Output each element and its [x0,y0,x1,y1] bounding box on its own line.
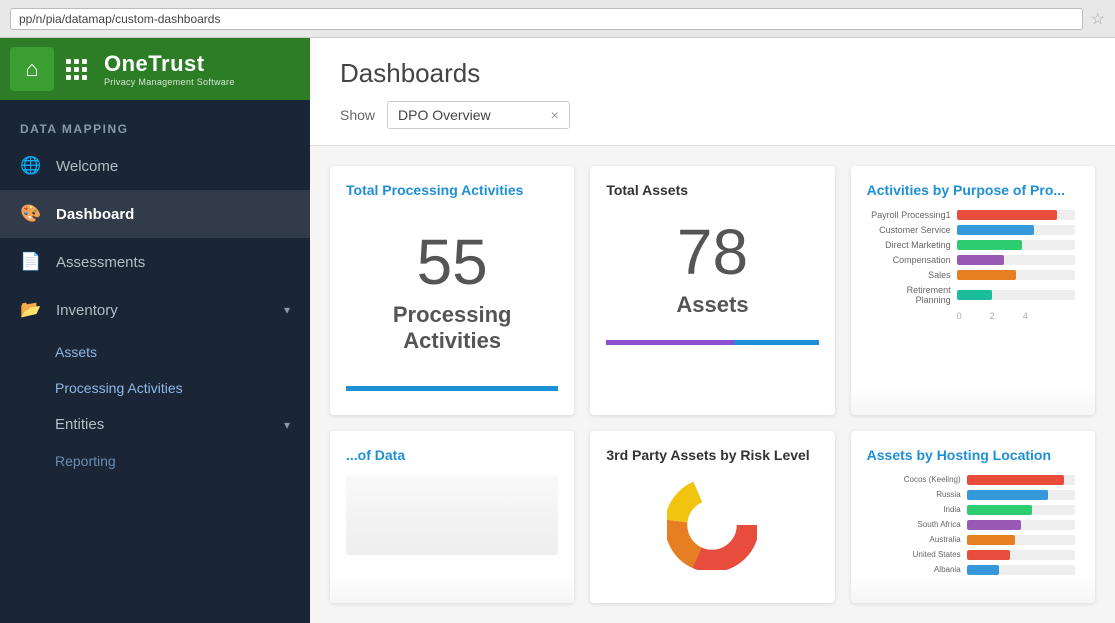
clear-filter-button[interactable]: × [551,107,559,123]
bar-label-compensation: Compensation [871,255,951,265]
processing-label: ProcessingActivities [393,302,512,354]
page-header: Dashboards Show DPO Overview × [310,38,1115,146]
sidebar-nav: DATA MAPPING 🌐 Welcome 🎨 Dashboard 📄 Ass… [0,100,310,479]
bar-row-russia: Russia [871,490,1075,500]
browser-bar: pp/n/pia/datamap/custom-dashboards ☆ [0,0,1115,38]
chevron-down-icon: ▾ [284,303,290,317]
hosting-location-card: Assets by Hosting Location Cocos (Keelin… [851,431,1095,604]
sidebar-item-processing-activities[interactable]: Processing Activities [0,370,310,406]
assets-label: Assets [676,292,748,318]
show-select-value: DPO Overview [398,107,491,123]
bar-row-south-africa: South Africa [871,520,1075,530]
bar-label-cocos: Cocos (Keeling) [871,475,961,484]
palette-icon: 🎨 [20,203,42,225]
chevron-down-icon-entities: ▾ [284,418,290,432]
of-data-card: ...of Data [330,431,574,604]
bar-label-albania: Albania [871,565,961,574]
processing-stat: 55 ProcessingActivities [346,210,558,374]
bar-label-payroll: Payroll Processing1 [871,210,951,220]
bar-row-direct: Direct Marketing [871,240,1075,250]
third-party-risk-card: 3rd Party Assets by Risk Level [590,431,834,604]
hosting-location-title: Assets by Hosting Location [867,447,1079,463]
bar-row-compensation: Compensation [871,255,1075,265]
show-select[interactable]: DPO Overview × [387,101,570,129]
assets-stat: 78 Assets [606,210,818,328]
globe-icon: 🌐 [20,155,42,177]
bar-row-retirement: Retirement Planning [871,285,1075,305]
app-container: ⌂ OneTrust Privacy Management Software D… [0,38,1115,623]
section-label: DATA MAPPING [0,110,310,142]
sidebar-item-reporting[interactable]: Reporting [0,443,310,479]
x-axis: 0 2 4 [867,311,1079,321]
brand-sub: Privacy Management Software [104,77,235,87]
sidebar: ⌂ OneTrust Privacy Management Software D… [0,38,310,623]
dashboard-grid: Total Processing Activities 55 Processin… [310,146,1115,623]
url-bar[interactable]: pp/n/pia/datamap/custom-dashboards [10,8,1083,30]
logo-icon-wrap: ⌂ [10,47,54,91]
sidebar-item-dashboard-label: Dashboard [56,206,134,223]
brand-logo: OneTrust Privacy Management Software [104,51,235,87]
document-icon: 📄 [20,251,42,273]
sidebar-item-inventory-label: Inventory [56,302,118,319]
bar-row-albania: Albania [871,565,1075,575]
assets-number: 78 [677,220,748,284]
pie-chart [606,475,818,575]
hosting-bar-chart: Cocos (Keeling) Russia India South Afric… [867,475,1079,575]
third-party-risk-title: 3rd Party Assets by Risk Level [606,447,818,463]
bar-row-cocos: Cocos (Keeling) [871,475,1075,485]
of-data-content [346,475,558,555]
show-label: Show [340,107,375,123]
bar-label-india: India [871,505,961,514]
folder-icon: 📂 [20,299,42,321]
bar-row-australia: Australia [871,535,1075,545]
brand-name: OneTrust [104,51,235,77]
total-assets-card: Total Assets 78 Assets [590,166,834,415]
processing-number: 55 [417,230,488,294]
activities-by-purpose-title: Activities by Purpose of Pro... [867,182,1079,198]
sidebar-item-welcome-label: Welcome [56,158,118,175]
bar-label-retirement: Retirement Planning [871,285,951,305]
activities-by-purpose-card: Activities by Purpose of Pro... Payroll … [851,166,1095,415]
home-icon: ⌂ [25,56,38,82]
total-processing-title: Total Processing Activities [346,182,558,198]
sidebar-item-assets-label: Assets [55,344,97,360]
grid-icon [66,59,88,80]
bar-label-sales: Sales [871,270,951,280]
total-processing-card: Total Processing Activities 55 Processin… [330,166,574,415]
bar-row-india: India [871,505,1075,515]
bar-row-us: United States [871,550,1075,560]
show-row: Show DPO Overview × [340,101,1085,129]
sidebar-item-entities[interactable]: Entities ▾ [0,406,310,443]
page-title: Dashboards [340,58,1085,89]
bar-label-customer: Customer Service [871,225,951,235]
sidebar-item-entities-label: Entities [55,416,104,433]
activities-bar-chart: Payroll Processing1 Customer Service Dir… [867,210,1079,305]
bar-label-south-africa: South Africa [871,520,961,529]
bar-label-australia: Australia [871,535,961,544]
sidebar-item-inventory[interactable]: 📂 Inventory ▾ [0,286,310,334]
bar-row-payroll: Payroll Processing1 [871,210,1075,220]
sidebar-item-reporting-label: Reporting [55,453,116,469]
assets-bar [606,340,818,345]
of-data-title: ...of Data [346,447,558,463]
main-content: Dashboards Show DPO Overview × Total Pro… [310,38,1115,623]
bar-label-direct: Direct Marketing [871,240,951,250]
sidebar-item-dashboard[interactable]: 🎨 Dashboard [0,190,310,238]
sidebar-item-processing-label: Processing Activities [55,380,183,396]
sidebar-item-assessments-label: Assessments [56,254,145,271]
header-bar: ⌂ OneTrust Privacy Management Software [0,38,310,100]
sidebar-item-assets[interactable]: Assets [0,334,310,370]
bar-label-us: United States [871,550,961,559]
bar-label-russia: Russia [871,490,961,499]
total-assets-title: Total Assets [606,182,818,198]
sidebar-item-welcome[interactable]: 🌐 Welcome [0,142,310,190]
bookmark-icon[interactable]: ☆ [1091,9,1105,29]
bar-row-customer: Customer Service [871,225,1075,235]
bar-row-sales: Sales [871,270,1075,280]
sidebar-item-assessments[interactable]: 📄 Assessments [0,238,310,286]
processing-bar [346,386,558,391]
